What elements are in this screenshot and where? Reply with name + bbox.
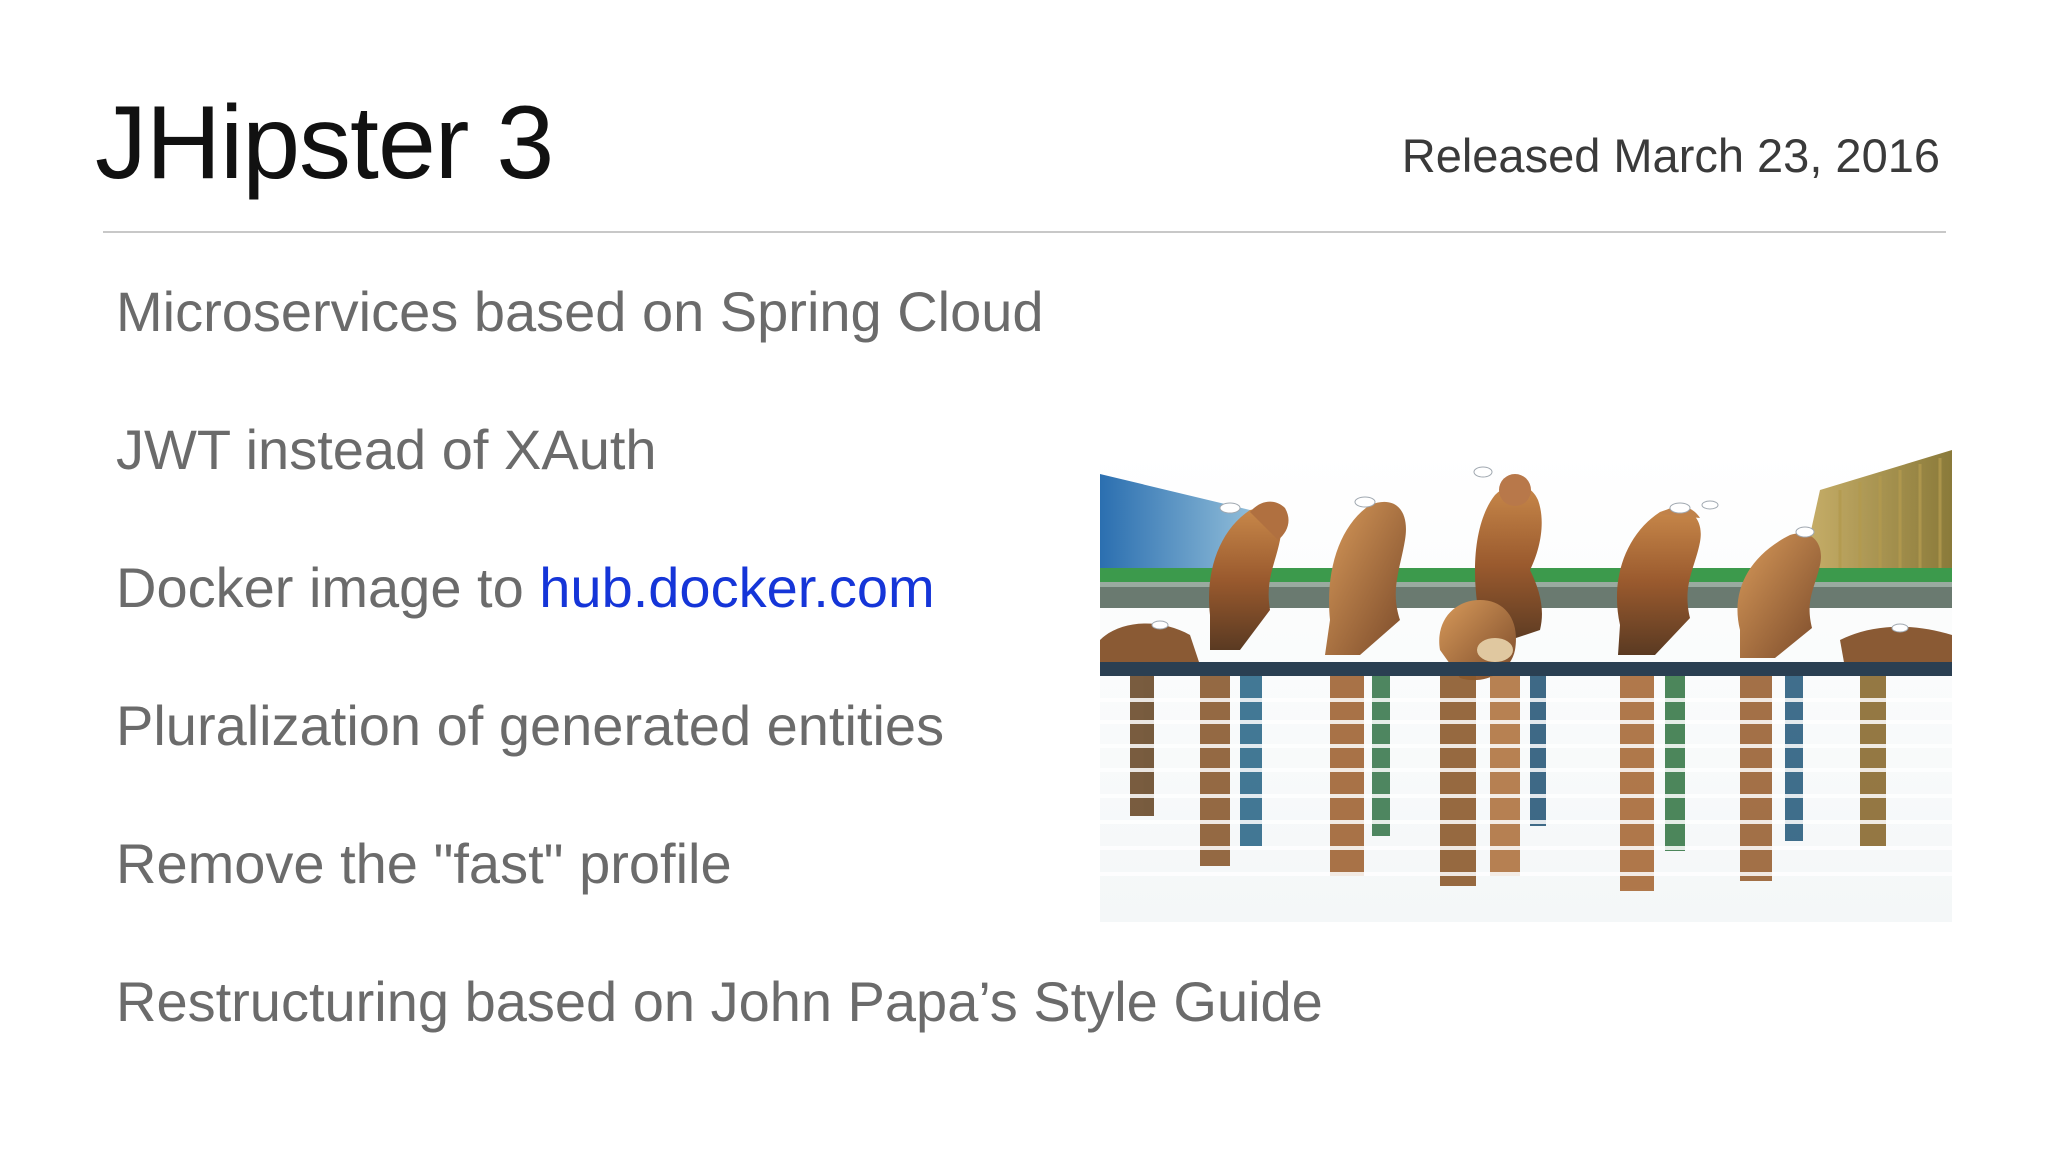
bullet-text: Docker image to (116, 556, 540, 619)
fountain-sculpture-photo (1100, 450, 1952, 922)
bullet-text: Restructuring based on John Papa’s Style… (116, 970, 1323, 1033)
docker-hub-link[interactable]: hub.docker.com (539, 556, 934, 619)
title-divider (103, 231, 1946, 233)
slide: JHipster 3 Released March 23, 2016 Micro… (0, 0, 2048, 1152)
bullet-text: Microservices based on Spring Cloud (116, 280, 1044, 343)
bullet-item: Restructuring based on John Papa’s Style… (116, 970, 1323, 1108)
bullet-item: Microservices based on Spring Cloud (116, 280, 1323, 418)
bullet-text: Remove the "fast" profile (116, 832, 732, 895)
bullet-text: JWT instead of XAuth (116, 418, 657, 481)
slide-title: JHipster 3 (95, 85, 554, 201)
release-date: Released March 23, 2016 (1401, 129, 1940, 182)
bullet-text: Pluralization of generated entities (116, 694, 945, 757)
